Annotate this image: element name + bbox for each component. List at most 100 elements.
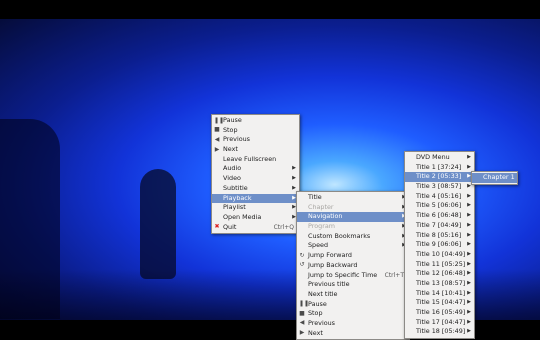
navigation-menu-item[interactable]: DVD Menu ▶ — [405, 153, 474, 163]
main-menu-item[interactable]: Subtitle ▶ — [212, 184, 299, 194]
submenu-arrow-icon: ▶ — [467, 318, 471, 325]
main-menu-item[interactable]: Video ▶ — [212, 174, 299, 184]
main-menu-item[interactable]: Leave Fullscreen — [212, 155, 299, 165]
playback-menu-item[interactable]: Previous title — [297, 280, 409, 290]
main-menu-item-label: Quit — [223, 222, 237, 231]
navigation-menu-item[interactable]: Title 16 [05:49] ▶ — [405, 308, 474, 318]
submenu-arrow-icon: ▶ — [467, 250, 471, 257]
playback-menu-item[interactable]: Program▶ — [297, 222, 409, 232]
main-menu-item-label: Open Media — [223, 212, 262, 221]
jump-backward-icon: ↺ — [299, 261, 305, 269]
submenu-arrow-icon: ▶ — [467, 299, 471, 306]
stop-icon: ■ — [299, 309, 305, 317]
submenu-arrow-icon: ▶ — [467, 270, 471, 277]
navigation-menu-item-label: Title 7 [04:49] — [416, 220, 462, 229]
navigation-menu-item-label: DVD Menu — [416, 153, 450, 161]
playback-menu-item[interactable]: ↺ Jump Backward — [297, 261, 409, 271]
navigation-menu-item-label: Title 12 [06:48] — [416, 269, 466, 278]
main-menu-item-label: Next — [223, 145, 238, 154]
playback-menu-item[interactable]: ◀ Previous — [297, 319, 409, 329]
submenu-arrow-icon: ▶ — [467, 154, 471, 160]
main-menu-item[interactable]: ◀ Previous — [212, 135, 299, 145]
navigation-menu-item[interactable]: Title 12 [06:48] ▶ — [405, 269, 474, 279]
jump-forward-icon: ↻ — [299, 251, 305, 259]
playback-menu-item-label: Jump Forward — [308, 251, 352, 260]
main-menu-item[interactable]: Open Media ▶ — [212, 213, 299, 223]
playback-menu-item[interactable]: ▶ Next — [297, 329, 409, 339]
main-menu-item[interactable]: Playback ▶ — [212, 193, 299, 204]
main-menu-item-label: Playlist — [223, 203, 246, 212]
navigation-menu-item[interactable]: Title 2 [05:33] ▶ — [405, 172, 474, 183]
navigation-menu-item-label: Title 3 [08:57] — [416, 182, 462, 191]
navigation-menu-item-label: Title 13 [08:57] — [416, 278, 466, 287]
main-menu-item[interactable]: ❚❚ Pause — [212, 116, 299, 126]
main-menu-item[interactable]: ■ Stop — [212, 126, 299, 136]
submenu-arrow-icon: ▶ — [467, 289, 471, 296]
navigation-menu-item[interactable]: Title 18 [05:49] ▶ — [405, 327, 474, 337]
main-menu-item[interactable]: ✖ Quit Ctrl+Q — [212, 223, 299, 233]
navigation-menu-item[interactable]: Title 17 [04:47] ▶ — [405, 318, 474, 328]
navigation-menu-item-label: Title 4 [05:16] — [416, 191, 462, 200]
playback-menu-item[interactable]: ↻ Jump Forward — [297, 251, 409, 261]
main-menu-item[interactable]: ▶ Next — [212, 145, 299, 155]
stop-icon: ■ — [214, 126, 220, 134]
playback-menu-item-label: Speed — [308, 241, 329, 250]
pause-icon: ❚❚ — [299, 300, 310, 308]
playback-menu-item[interactable]: Chapter▶ — [297, 203, 409, 213]
navigation-menu-item-label: Title 8 [05:16] — [416, 230, 462, 239]
navigation-menu-item[interactable]: Title 9 [06:06] ▶ — [405, 240, 474, 250]
main-menu-item[interactable]: Audio ▶ — [212, 164, 299, 174]
navigation-menu-item[interactable]: Title 15 [04:47] ▶ — [405, 298, 474, 308]
previous-icon: ◀ — [299, 319, 305, 327]
chapter-submenu: Chapter 1 — [471, 171, 518, 185]
navigation-menu-item[interactable]: Title 8 [05:16] ▶ — [405, 231, 474, 241]
navigation-menu-item-label: Title 10 [04:49] — [416, 249, 466, 258]
navigation-menu-item-label: Title 5 [06:06] — [416, 201, 462, 210]
playback-menu-item-label: Navigation — [308, 212, 343, 221]
main-menu-item-label: Playback — [223, 193, 252, 202]
playback-menu-item[interactable]: Navigation▶ — [297, 212, 409, 223]
navigation-menu-item-label: Title 14 [10:41] — [416, 288, 466, 297]
submenu-arrow-icon: ▶ — [467, 192, 471, 199]
playback-menu-item-label: Title — [308, 193, 322, 201]
playback-menu-item-label: Chapter — [308, 202, 334, 211]
submenu-arrow-icon: ▶ — [467, 328, 471, 335]
chapter-menu-item[interactable]: Chapter 1 — [472, 173, 517, 183]
main-menu-item[interactable]: Playlist ▶ — [212, 203, 299, 213]
submenu-arrow-icon: ▶ — [292, 165, 296, 172]
submenu-arrow-icon: ▶ — [467, 231, 471, 238]
submenu-arrow-icon: ▶ — [467, 241, 471, 248]
playback-menu-item[interactable]: ■ Stop — [297, 309, 409, 319]
submenu-arrow-icon: ▶ — [467, 279, 471, 286]
playback-menu-item[interactable]: Next title — [297, 290, 409, 300]
navigation-menu-item-label: Title 17 [04:47] — [416, 317, 466, 326]
top-letterbox — [0, 0, 540, 19]
playback-menu-item-label: Stop — [308, 309, 323, 318]
navigation-menu-item[interactable]: Title 6 [06:48] ▶ — [405, 211, 474, 221]
playback-menu-item-label: Custom Bookmarks — [308, 231, 371, 240]
navigation-menu-item[interactable]: Title 11 [05:25] ▶ — [405, 260, 474, 270]
submenu-arrow-icon: ▶ — [292, 175, 296, 182]
main-menu-item-label: Leave Fullscreen — [223, 154, 277, 163]
playback-menu-item-label: Next title — [308, 289, 338, 298]
playback-menu-item-label: Program — [308, 222, 335, 231]
playback-menu-item[interactable]: Jump to Specific Time Ctrl+T — [297, 271, 409, 281]
playback-menu-item[interactable]: ❚❚ Pause — [297, 300, 409, 310]
navigation-menu-item[interactable]: Title 13 [08:57] ▶ — [405, 279, 474, 289]
playback-menu-item-label: Jump to Specific Time — [308, 270, 378, 279]
navigation-menu-item[interactable]: Title 1 [37:24] ▶ — [405, 163, 474, 173]
navigation-menu-item[interactable]: Title 10 [04:49] ▶ — [405, 250, 474, 260]
navigation-menu-item[interactable]: Title 14 [10:41] ▶ — [405, 289, 474, 299]
next-icon: ▶ — [214, 145, 220, 153]
navigation-menu-item-label: Title 6 [06:48] — [416, 211, 462, 220]
navigation-menu-item[interactable]: Title 4 [05:16] ▶ — [405, 192, 474, 202]
navigation-menu-item[interactable]: Title 7 [04:49] ▶ — [405, 221, 474, 231]
playback-menu-item[interactable]: Custom Bookmarks▶ — [297, 232, 409, 242]
playback-menu-item[interactable]: Title▶ — [297, 193, 409, 203]
navigation-menu-item[interactable]: Title 3 [08:57] ▶ — [405, 182, 474, 192]
navigation-menu-item[interactable]: Title 5 [06:06] ▶ — [405, 201, 474, 211]
navigation-menu-item-label: Title 18 [05:49] — [416, 327, 466, 336]
playback-menu-item[interactable]: Speed▶ — [297, 241, 409, 251]
main-menu-item-label: Audio — [223, 164, 242, 173]
playback-menu-item-label: Previous — [308, 318, 336, 327]
